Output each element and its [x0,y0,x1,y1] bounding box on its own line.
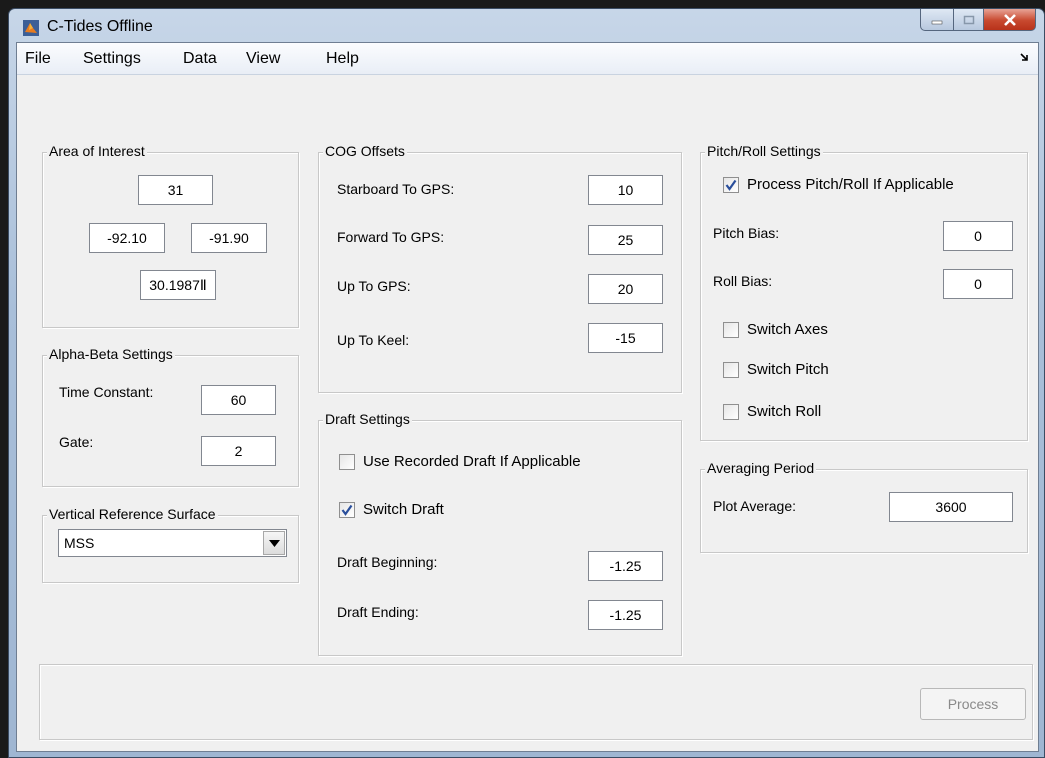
group-title: Alpha-Beta Settings [47,346,175,362]
cog-offsets-group: COG Offsets Starboard To GPS: 10 Forward… [318,143,682,393]
plot-average-label: Plot Average: [713,498,797,514]
alpha-beta-settings-group: Alpha-Beta Settings Time Constant: 60 Ga… [42,346,299,487]
draft-ending-label: Draft Ending: [337,604,419,620]
north-bound-input[interactable]: 31 [138,175,213,205]
menu-settings[interactable]: Settings [83,50,141,68]
matlab-logo-icon [23,20,39,36]
averaging-period-group: Averaging Period Plot Average: 3600 [700,460,1028,553]
title-bar[interactable]: C-Tides Offline [9,9,1044,43]
south-bound-input[interactable]: 30.1987Ⅱ [140,270,216,300]
menu-bar: File Settings Data View Help [17,43,1038,75]
up-to-gps-input[interactable]: 20 [588,274,663,304]
pitch-bias-input[interactable]: 0 [943,221,1013,251]
group-title: COG Offsets [323,143,407,159]
use-recorded-draft-checkbox[interactable]: Use Recorded Draft If Applicable [339,453,581,470]
process-button[interactable]: Process [920,688,1026,720]
minimize-icon [931,20,943,24]
plot-average-input[interactable]: 3600 [889,492,1013,522]
checkbox-label: Switch Roll [747,403,822,420]
time-constant-input[interactable]: 60 [201,385,276,415]
gate-input[interactable]: 2 [201,436,276,466]
up-to-gps-label: Up To GPS: [337,278,411,294]
checkbox-label: Process Pitch/Roll If Applicable [747,176,954,193]
close-button[interactable] [984,9,1036,31]
group-title: Area of Interest [47,143,147,159]
east-bound-input[interactable]: -91.90 [191,223,267,253]
forward-to-gps-label: Forward To GPS: [337,229,445,245]
menu-data[interactable]: Data [183,50,217,68]
menu-file[interactable]: File [25,50,51,68]
west-bound-input[interactable]: -92.10 [89,223,165,253]
draft-settings-group: Draft Settings Use Recorded Draft If App… [318,411,682,656]
up-to-keel-input[interactable]: -15 [588,323,663,353]
roll-bias-input[interactable]: 0 [943,269,1013,299]
dropdown-button[interactable] [263,531,285,555]
draft-ending-input[interactable]: -1.25 [588,600,663,630]
pitch-bias-label: Pitch Bias: [713,225,780,241]
process-pitch-roll-checkbox[interactable]: Process Pitch/Roll If Applicable [723,176,954,193]
checkbox-box[interactable] [723,176,739,193]
checkbox-box[interactable] [723,361,739,378]
action-panel [39,664,1033,740]
close-icon [1003,13,1016,26]
checkbox-label: Switch Pitch [747,361,829,378]
maximize-button[interactable] [954,9,984,31]
roll-bias-label: Roll Bias: [713,273,773,289]
switch-pitch-checkbox[interactable]: Switch Pitch [723,361,829,378]
chevron-down-icon [268,539,280,547]
checkbox-label: Switch Draft [363,501,444,518]
draft-beginning-input[interactable]: -1.25 [588,551,663,581]
vertical-reference-surface-group: Vertical Reference Surface MSS [42,506,299,583]
checkmark-icon [725,179,737,191]
draft-beginning-label: Draft Beginning: [337,554,438,570]
forward-to-gps-input[interactable]: 25 [588,225,663,255]
app-window: C-Tides Offline File Settings Data View … [8,8,1045,758]
group-title: Draft Settings [323,411,412,427]
checkbox-box[interactable] [339,501,355,518]
area-of-interest-group: Area of Interest 31 -92.10 -91.90 30.198… [42,143,299,328]
checkbox-box[interactable] [339,453,355,470]
select-value: MSS [64,535,95,551]
switch-draft-checkbox[interactable]: Switch Draft [339,501,444,518]
starboard-to-gps-input[interactable]: 10 [588,175,663,205]
starboard-to-gps-label: Starboard To GPS: [337,181,455,197]
checkbox-label: Switch Axes [747,321,828,338]
switch-axes-checkbox[interactable]: Switch Axes [723,321,828,338]
gate-label: Gate: [59,434,94,450]
menu-help[interactable]: Help [326,50,359,68]
time-constant-label: Time Constant: [59,384,154,400]
checkbox-label: Use Recorded Draft If Applicable [363,453,581,470]
checkmark-icon [341,504,353,516]
menu-view[interactable]: View [246,50,280,68]
pitch-roll-settings-group: Pitch/Roll Settings Process Pitch/Roll I… [700,143,1028,441]
dock-arrow-icon[interactable] [1020,52,1030,62]
window-title: C-Tides Offline [47,18,153,35]
group-title: Averaging Period [705,460,817,476]
window-controls [920,9,1036,31]
vertical-reference-select[interactable]: MSS [58,529,287,557]
minimize-button[interactable] [920,9,954,31]
client-area: File Settings Data View Help Area of Int… [16,42,1039,752]
group-title: Vertical Reference Surface [47,506,218,522]
switch-roll-checkbox[interactable]: Switch Roll [723,403,821,420]
maximize-icon [963,15,974,24]
group-title: Pitch/Roll Settings [705,143,823,159]
checkbox-box[interactable] [723,321,739,338]
checkbox-box[interactable] [723,403,739,420]
up-to-keel-label: Up To Keel: [337,332,410,348]
